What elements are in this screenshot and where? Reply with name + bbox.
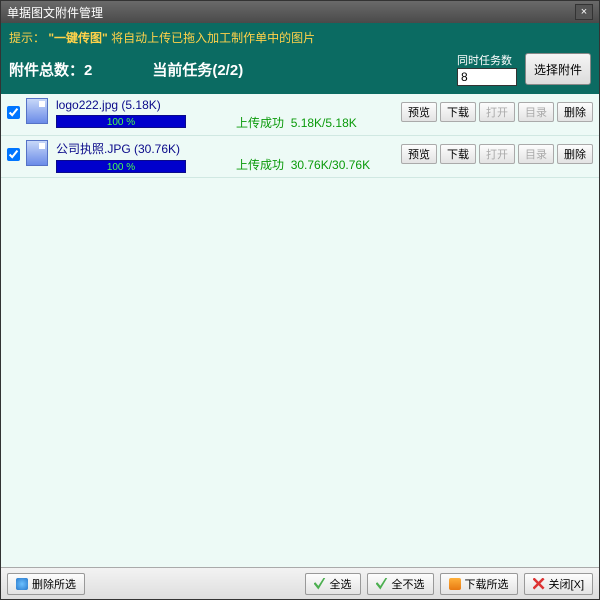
open-button[interactable]: 打开 (479, 144, 515, 164)
total-count: 附件总数：2 (9, 59, 92, 80)
select-file-button[interactable]: 选择附件 (525, 53, 591, 85)
hint-rest: 将自动上传已拖入加工制作单中的图片 (111, 31, 315, 45)
upload-status: 上传成功 30.76K/30.76K (236, 156, 376, 173)
close-button[interactable]: 关闭[X] (524, 573, 593, 595)
row-buttons: 预览 下载 打开 目录 删除 (401, 144, 593, 164)
file-icon (26, 140, 48, 166)
open-button[interactable]: 打开 (479, 102, 515, 122)
file-name: 公司执照.JPG (30.76K) (56, 140, 226, 157)
progress-bar: 100 % (56, 160, 186, 173)
select-all-button[interactable]: 全选 (305, 573, 361, 595)
file-name: logo222.jpg (5.18K) (56, 98, 226, 112)
download-icon (449, 578, 461, 590)
file-list: logo222.jpg (5.18K) 100 % 上传成功 5.18K/5.1… (1, 94, 599, 567)
footer: 删除所选 全选 全不选 下载所选 关闭[X] (1, 567, 599, 599)
hint-bold: "一键传图" (48, 31, 107, 45)
list-item: 公司执照.JPG (30.76K) 100 % 上传成功 30.76K/30.7… (1, 136, 599, 178)
progress-label: 100 % (57, 116, 185, 129)
header-row: 附件总数：2 当前任务(2/2) 同时任务数 选择附件 (9, 52, 591, 86)
delete-button[interactable]: 删除 (557, 102, 593, 122)
row-checkbox[interactable] (7, 148, 20, 161)
window-title: 单据图文附件管理 (7, 4, 575, 21)
catalog-button[interactable]: 目录 (518, 144, 554, 164)
download-button[interactable]: 下载 (440, 144, 476, 164)
close-icon (533, 578, 545, 590)
download-selected-button[interactable]: 下载所选 (440, 573, 518, 595)
titlebar: 单据图文附件管理 × (1, 1, 599, 23)
progress-bar: 100 % (56, 115, 186, 128)
list-item: logo222.jpg (5.18K) 100 % 上传成功 5.18K/5.1… (1, 94, 599, 136)
header: 提示： "一键传图" 将自动上传已拖入加工制作单中的图片 附件总数：2 当前任务… (1, 23, 599, 94)
download-button[interactable]: 下载 (440, 102, 476, 122)
row-buttons: 预览 下载 打开 目录 删除 (401, 102, 593, 122)
progress-label: 100 % (57, 161, 185, 174)
window: 单据图文附件管理 × 提示： "一键传图" 将自动上传已拖入加工制作单中的图片 … (0, 0, 600, 600)
check-icon (376, 578, 388, 590)
file-info: 公司执照.JPG (30.76K) 100 % (56, 140, 226, 173)
preview-button[interactable]: 预览 (401, 144, 437, 164)
select-none-button[interactable]: 全不选 (367, 573, 434, 595)
close-icon[interactable]: × (575, 4, 593, 20)
upload-status: 上传成功 5.18K/5.18K (236, 114, 376, 131)
delete-icon (16, 578, 28, 590)
file-icon (26, 98, 48, 124)
catalog-button[interactable]: 目录 (518, 102, 554, 122)
concurrent-block: 同时任务数 (457, 52, 517, 86)
concurrent-input[interactable] (457, 68, 517, 86)
delete-selected-button[interactable]: 删除所选 (7, 573, 85, 595)
concurrent-label: 同时任务数 (457, 52, 517, 68)
delete-button[interactable]: 删除 (557, 144, 593, 164)
preview-button[interactable]: 预览 (401, 102, 437, 122)
hint-prefix: 提示： (9, 31, 45, 45)
file-info: logo222.jpg (5.18K) 100 % (56, 98, 226, 128)
current-task: 当前任务(2/2) (152, 59, 243, 80)
check-icon (314, 578, 326, 590)
row-checkbox[interactable] (7, 106, 20, 119)
hint: 提示： "一键传图" 将自动上传已拖入加工制作单中的图片 (9, 29, 591, 46)
